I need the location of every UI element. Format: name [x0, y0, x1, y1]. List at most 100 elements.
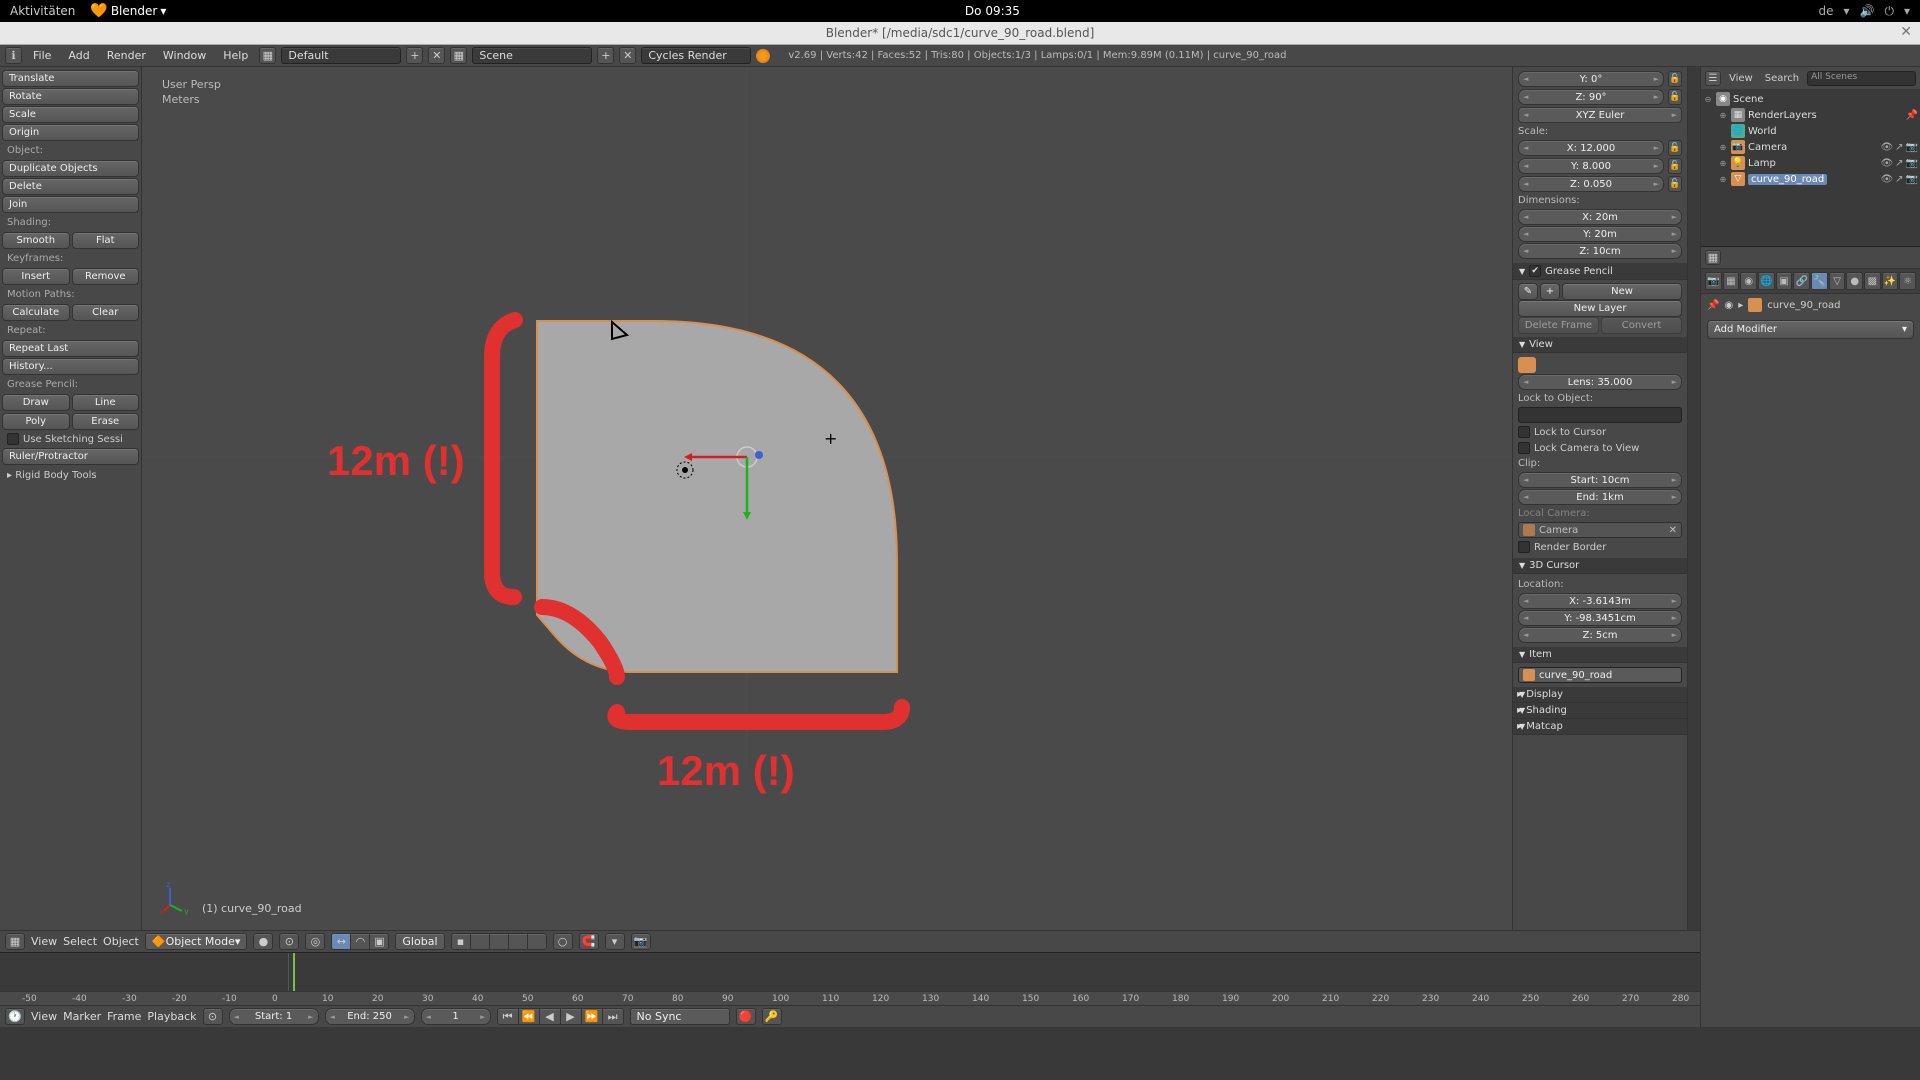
- next-key-icon[interactable]: ⏩: [581, 1008, 603, 1025]
- help-menu[interactable]: Help: [217, 47, 254, 64]
- eye-icon[interactable]: 👁: [1880, 142, 1893, 153]
- n-panel-scrollbar[interactable]: [1687, 67, 1700, 930]
- render-icon[interactable]: 📷: [631, 933, 651, 950]
- tab-physics[interactable]: ⚛: [1899, 272, 1916, 290]
- clip-start-field[interactable]: Start: 10cm: [1518, 472, 1682, 488]
- lock-icon[interactable]: 🔓: [1668, 89, 1682, 105]
- lock-icon[interactable]: 🔓: [1668, 176, 1682, 192]
- del-screen-button[interactable]: ✕: [428, 47, 445, 64]
- duplicate-button[interactable]: Duplicate Objects: [2, 160, 139, 177]
- file-menu[interactable]: File: [27, 47, 57, 64]
- ruler-button[interactable]: Ruler/Protractor: [2, 448, 139, 465]
- timeline-canvas[interactable]: -50-40-30-20-100102030405060708090100110…: [0, 953, 1700, 1005]
- repeat-last-button[interactable]: Repeat Last: [2, 340, 139, 357]
- lock-icon[interactable]: 🔓: [1668, 158, 1682, 174]
- add-scene-button[interactable]: +: [597, 47, 614, 64]
- tab-render[interactable]: 📷: [1705, 272, 1722, 290]
- window-close-button[interactable]: ✕: [1900, 24, 1912, 40]
- add-modifier-button[interactable]: Add Modifier▾: [1707, 320, 1914, 339]
- outliner-world[interactable]: 🌐World: [1703, 123, 1918, 139]
- add-menu[interactable]: Add: [62, 47, 95, 64]
- rigid-body-expand[interactable]: ▸ Rigid Body Tools: [2, 466, 139, 485]
- gp-poly-button[interactable]: Poly: [2, 413, 70, 430]
- layer-1[interactable]: ▪: [451, 933, 471, 950]
- eye-icon[interactable]: 👁: [1880, 158, 1893, 169]
- tl-marker-menu[interactable]: Marker: [63, 1010, 101, 1023]
- layer-5[interactable]: [527, 933, 547, 950]
- current-frame-field[interactable]: 1: [421, 1008, 491, 1025]
- rotate-button[interactable]: Rotate: [2, 88, 139, 105]
- activities-button[interactable]: Aktivitäten: [10, 4, 75, 18]
- power-icon[interactable]: ⏻: [1884, 4, 1894, 19]
- outliner-filter[interactable]: All Scenes: [1807, 71, 1916, 86]
- shading-panel-header[interactable]: ▸ Shading: [1513, 703, 1687, 719]
- gp-convert-button[interactable]: Convert: [1601, 317, 1682, 334]
- render-icon[interactable]: 📷: [1906, 174, 1918, 185]
- clip-end-field[interactable]: End: 1km: [1518, 489, 1682, 505]
- tab-constraints[interactable]: 🔗: [1793, 272, 1810, 290]
- smooth-button[interactable]: Smooth: [2, 232, 70, 249]
- view-panel-header[interactable]: View: [1513, 337, 1687, 353]
- play-icon[interactable]: ▶: [560, 1008, 582, 1025]
- window-menu[interactable]: Window: [157, 47, 212, 64]
- autokey-icon[interactable]: 🔴: [736, 1008, 756, 1025]
- join-button[interactable]: Join: [2, 196, 139, 213]
- gp-draw-button[interactable]: Draw: [2, 394, 70, 411]
- cursor-panel-header[interactable]: 3D Cursor: [1513, 558, 1687, 574]
- volume-icon[interactable]: 🔊: [1860, 4, 1875, 18]
- screen-browse-icon[interactable]: ▦: [259, 47, 276, 64]
- eye-icon[interactable]: 👁: [1880, 174, 1893, 185]
- render-border-check[interactable]: Render Border: [1518, 539, 1682, 555]
- history-button[interactable]: History...: [2, 358, 139, 375]
- scale-button[interactable]: Scale: [2, 106, 139, 123]
- lock-cam-check[interactable]: Lock Camera to View: [1518, 440, 1682, 456]
- lang-indicator[interactable]: de: [1818, 4, 1833, 18]
- tl-playback-menu[interactable]: Playback: [147, 1010, 196, 1023]
- cursor-y-field[interactable]: Y: -98.3451cm: [1518, 610, 1682, 626]
- tab-layers[interactable]: ▦: [1723, 272, 1740, 290]
- dim-z-field[interactable]: Z: 10cm: [1518, 243, 1682, 259]
- tab-scene[interactable]: ◉: [1740, 272, 1757, 290]
- outliner-lamp[interactable]: ⊕💡Lamp👁↗📷: [1703, 155, 1918, 171]
- gp-delete-frame-button[interactable]: Delete Frame: [1518, 317, 1599, 334]
- select-menu[interactable]: Select: [63, 935, 97, 948]
- arrow-icon[interactable]: ↗: [1895, 174, 1903, 185]
- play-reverse-icon[interactable]: ◀: [539, 1008, 561, 1025]
- insert-key-button[interactable]: Insert: [2, 268, 70, 285]
- lock-icon[interactable]: 🔓: [1668, 71, 1682, 87]
- start-frame-field[interactable]: Start: 1: [229, 1008, 319, 1025]
- matcap-panel-header[interactable]: ▸ Matcap: [1513, 719, 1687, 735]
- manip-scale-icon[interactable]: ▣: [369, 933, 389, 950]
- tl-frame-menu[interactable]: Frame: [107, 1010, 141, 1023]
- render-icon[interactable]: 📷: [1906, 142, 1918, 153]
- view-menu[interactable]: View: [31, 935, 57, 948]
- tab-material[interactable]: ●: [1846, 272, 1863, 290]
- manip-rotate-icon[interactable]: ◠: [350, 933, 370, 950]
- gp-erase-button[interactable]: Erase: [72, 413, 140, 430]
- scale-x-field[interactable]: X: 12.000: [1518, 140, 1664, 156]
- rot-mode-dropdown[interactable]: XYZ Euler: [1518, 107, 1682, 123]
- render-icon[interactable]: 📷: [1906, 158, 1918, 169]
- outliner-scene[interactable]: ⊖◉Scene: [1703, 91, 1918, 107]
- lock-obj-input[interactable]: [1518, 407, 1682, 423]
- scale-y-field[interactable]: Y: 8.000: [1518, 158, 1664, 174]
- screen-layout-dropdown[interactable]: Default: [281, 47, 401, 64]
- sync-dropdown[interactable]: No Sync: [630, 1008, 730, 1025]
- app-menu[interactable]: Blender ▾: [90, 3, 166, 19]
- tl-view-menu[interactable]: View: [31, 1010, 57, 1023]
- local-cam-input[interactable]: Camera✕: [1518, 522, 1682, 538]
- gp-new-button[interactable]: New: [1562, 283, 1682, 300]
- editor-type-icon[interactable]: ▦: [5, 933, 25, 950]
- rot-y-field[interactable]: Y: 0°: [1518, 71, 1664, 87]
- layer-4[interactable]: [508, 933, 528, 950]
- tab-texture[interactable]: ▩: [1864, 272, 1881, 290]
- origin-button[interactable]: Origin: [2, 124, 139, 141]
- timeline-cursor[interactable]: [293, 953, 295, 991]
- del-scene-button[interactable]: ✕: [619, 47, 636, 64]
- delete-button[interactable]: Delete: [2, 178, 139, 195]
- cursor-z-field[interactable]: Z: 5cm: [1518, 627, 1682, 643]
- orientation-dropdown[interactable]: Global: [395, 933, 444, 950]
- scale-z-field[interactable]: Z: 0.050: [1518, 176, 1664, 192]
- translate-button[interactable]: Translate: [2, 70, 139, 87]
- jump-end-icon[interactable]: ⏭: [602, 1008, 624, 1025]
